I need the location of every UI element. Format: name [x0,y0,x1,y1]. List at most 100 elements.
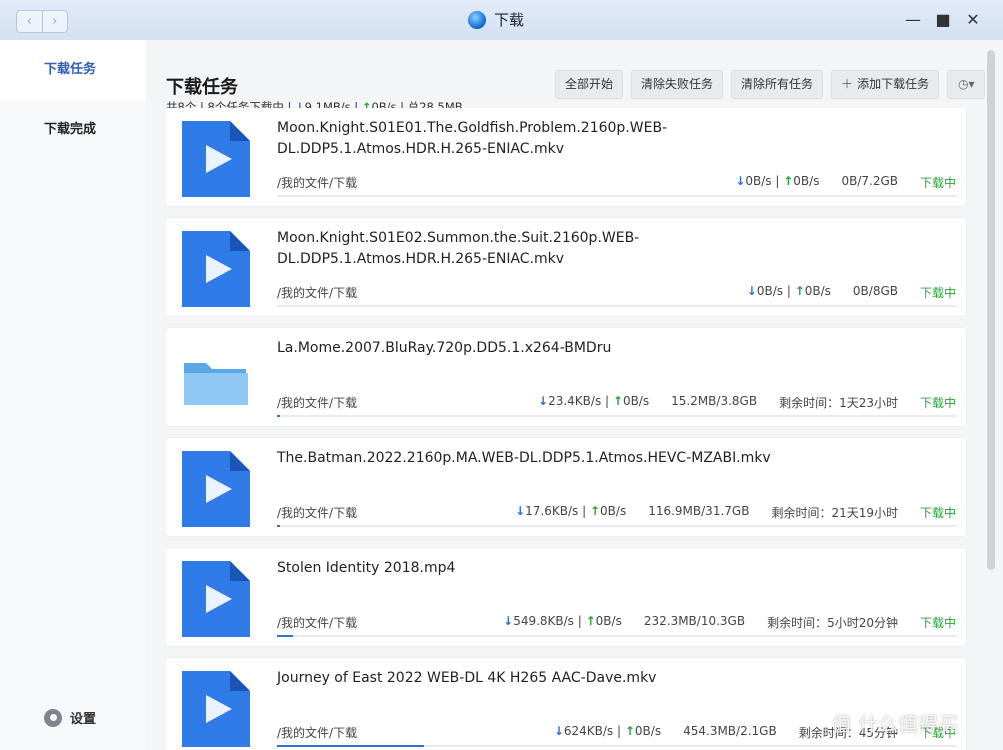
clock-menu-button[interactable]: ◷▾ [947,70,986,99]
task-card[interactable]: The.Batman.2022.2160p.MA.WEB-DL.DDP5.1.A… [166,438,966,536]
progress-bar [277,195,957,197]
task-stats: ↓23.4KB/s | ↑0B/s 15.2MB/3.8GB 剩余时间：1天23小时… [538,394,956,410]
clear-failed-button[interactable]: 清除失败任务 [631,70,724,99]
task-up-speed: 0B/s [595,614,622,628]
task-name: Journey of East 2022 WEB-DL 4K H265 AAC-… [277,670,657,686]
task-down-speed: 624KB/s [563,724,614,738]
upload-arrow-icon: ↑ [585,614,596,628]
progress-bar [277,305,957,307]
task-size: 0B/7.2GB [841,174,898,188]
progress-fill [277,525,280,527]
task-status: 下载中 [919,396,956,410]
task-path: /我的文件/下载 [277,176,358,190]
task-down-speed: 23.4KB/s [548,394,602,408]
close-button[interactable]: ✕ [965,10,981,29]
video-file-icon [182,561,250,637]
toolbar: 全部开始 清除失败任务 清除所有任务 ＋添加下载任务 ◷▾ [555,70,986,99]
download-arrow-icon: ↓ [735,174,746,188]
task-name: Stolen Identity 2018.mp4 [277,560,456,576]
task-name: La.Mome.2007.BluRay.720p.DD5.1.x264-BMDr… [277,340,612,356]
video-file-icon [182,451,250,527]
progress-bar [277,415,957,417]
main-panel: 下载任务 共8个 | 8个任务下载中 | ↓9.1MB/s | ↑0B/s | … [146,40,1003,750]
task-card[interactable]: La.Mome.2007.BluRay.720p.DD5.1.x264-BMDr… [166,328,966,426]
progress-bar [277,745,957,747]
task-up-speed: 0B/s [622,394,650,408]
task-card[interactable]: Stolen Identity 2018.mp4/我的文件/下载 ↓549.8KB… [166,548,966,646]
task-stats: ↓549.8KB/s | ↑0B/s 232.3MB/10.3GB 剩余时间：5小时… [503,614,956,630]
globe-icon [468,10,486,29]
video-file-icon [182,231,250,307]
task-stats: ↓17.6KB/s | ↑0B/s 116.9MB/31.7GB 剩余时间：21天1… [515,504,956,520]
task-up-speed: 0B/s [634,724,662,738]
forward-button[interactable]: › [41,11,68,32]
task-card[interactable]: Moon.Knight.S01E01.The.Goldfish.Problem.… [166,108,966,206]
clock-icon: ◷▾ [958,77,975,91]
download-arrow-icon: ↓ [553,724,564,738]
task-size: 454.3MB/2.1GB [683,724,777,738]
progress-fill [277,635,293,637]
plus-icon: ＋ [841,77,854,91]
minimize-button[interactable]: — [905,10,921,29]
task-path: /我的文件/下载 [277,726,358,740]
nav-buttons: ‹ › [16,10,68,33]
task-name: Moon.Knight.S01E01.The.Goldfish.Problem.… [277,120,668,157]
task-remaining: 剩余时间：1天23小时 [779,396,898,410]
task-remaining: 剩余时间：5小时20分钟 [767,616,898,630]
window-title: 下载 [468,9,524,30]
task-size: 0B/8GB [852,284,898,298]
task-path: /我的文件/下载 [277,286,358,300]
task-size: 232.3MB/10.3GB [643,614,746,628]
task-up-speed: 0B/s [600,504,627,518]
task-status: 下载中 [919,506,956,520]
download-arrow-icon: ↓ [515,504,526,518]
maximize-button[interactable]: ■ [935,10,951,29]
task-remaining: 剩余时间：21天19小时 [771,506,898,520]
task-down-speed: 0B/s [745,174,772,188]
task-down-speed: 549.8KB/s [513,614,574,628]
task-stats: ↓0B/s | ↑0B/s 0B/7.2GB 下载中 [735,174,956,190]
settings-label: 设置 [70,712,97,727]
folder-icon [182,341,250,417]
progress-bar [277,525,957,527]
upload-arrow-icon: ↑ [783,174,794,188]
sidebar-item-completed[interactable]: 下载完成 [0,100,146,160]
task-name: Moon.Knight.S01E02.Summon.the.Suit.2160p… [277,230,640,267]
download-arrow-icon: ↓ [538,394,549,408]
progress-fill [277,415,280,417]
task-size: 15.2MB/3.8GB [671,394,758,408]
task-path: /我的文件/下载 [277,506,358,520]
watermark: 值 什么值得买 [832,712,959,736]
progress-bar [277,635,957,637]
add-task-button[interactable]: ＋添加下载任务 [831,70,940,99]
upload-arrow-icon: ↑ [589,504,601,518]
task-path: /我的文件/下载 [277,616,358,630]
task-name: The.Batman.2022.2160p.MA.WEB-DL.DDP5.1.A… [277,450,771,466]
video-file-icon [182,121,250,197]
upload-arrow-icon: ↑ [624,724,635,738]
sidebar-item-downloading[interactable]: 下载任务 [0,40,146,100]
task-stats: ↓0B/s | ↑0B/s 0B/8GB 下载中 [746,284,956,300]
download-window: ‹ › 下载 — ■ ✕ 下载任务 下载完成 设置 下载任务 共8个 | 8个任… [0,0,1003,750]
scrollbar[interactable] [987,50,995,570]
upload-arrow-icon: ↑ [612,394,623,408]
task-card[interactable]: Moon.Knight.S01E02.Summon.the.Suit.2160p… [166,218,966,316]
add-task-label: 添加下载任务 [857,77,930,91]
start-all-button[interactable]: 全部开始 [555,70,624,99]
window-controls: — ■ ✕ [905,10,981,29]
window-title-text: 下载 [494,11,525,29]
task-list: Moon.Knight.S01E01.The.Goldfish.Problem.… [166,108,968,750]
task-status: 下载中 [919,176,956,190]
settings-button[interactable]: 设置 [44,708,96,727]
task-down-speed: 0B/s [756,284,783,298]
task-down-speed: 17.6KB/s [525,504,579,518]
sidebar: 下载任务 下载完成 设置 [0,40,146,750]
task-status: 下载中 [919,616,956,630]
clear-all-button[interactable]: 清除所有任务 [731,70,824,99]
task-path: /我的文件/下载 [277,396,358,410]
upload-arrow-icon: ↑ [794,284,805,298]
video-file-icon [182,671,250,747]
gear-icon [44,708,62,727]
task-size: 116.9MB/31.7GB [648,504,750,518]
back-button[interactable]: ‹ [17,11,42,32]
